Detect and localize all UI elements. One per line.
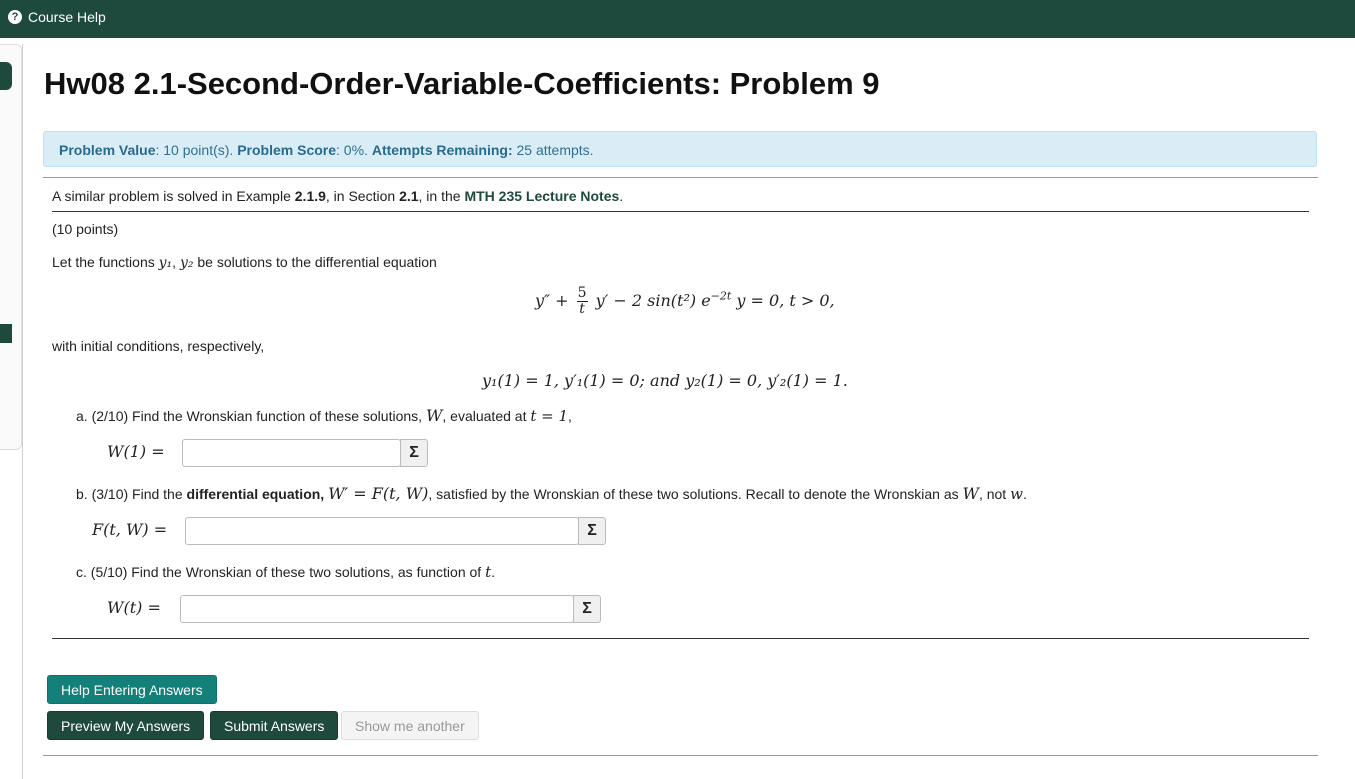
reference-section: 2.1	[399, 188, 419, 204]
lecture-notes-link[interactable]: MTH 235 Lecture Notes	[464, 188, 619, 204]
part-c-answer-input[interactable]	[180, 595, 574, 623]
part-b-answer-input[interactable]	[185, 517, 579, 545]
intro-text: Let the functions	[52, 254, 155, 270]
equation-editor-button-c[interactable]: Σ	[573, 595, 601, 623]
math-w: w	[1010, 485, 1023, 503]
fraction-numerator: 5	[576, 285, 588, 302]
equation-middle: y′ − 2 sin(t²) e	[595, 291, 711, 310]
help-entering-answers-button[interactable]: Help Entering Answers	[47, 675, 217, 704]
part-c-prompt: c. (5/10) Find the Wronskian of these tw…	[76, 563, 495, 581]
problem-intro: Let the functions y₁, y₂ be solutions to…	[52, 254, 437, 271]
initial-conditions-intro: with initial conditions, respectively,	[52, 338, 265, 354]
reference-note: A similar problem is solved in Example 2…	[52, 188, 623, 204]
initial-conditions-math: y₁(1) = 1, y′₁(1) = 0; and y₂(1) = 0, y′…	[482, 371, 848, 390]
math-t-equals-1: t = 1	[530, 407, 569, 425]
problem-value-label: Problem Value	[59, 142, 156, 158]
part-b-text: , not	[978, 486, 1007, 502]
part-b-text: , satisfied by the Wronskian of these tw…	[428, 486, 959, 502]
show-another-button: Show me another	[341, 711, 479, 740]
footer-divider	[43, 755, 1318, 756]
sigma-icon: Σ	[582, 600, 592, 617]
equation-rhs: y = 0, t > 0,	[736, 291, 835, 310]
attempts-remaining-text: 25 attempts.	[516, 142, 594, 158]
part-b-bold: differential equation,	[186, 486, 325, 502]
content-divider	[22, 44, 23, 779]
sigma-icon: Σ	[409, 444, 419, 461]
fraction-denominator: t	[579, 301, 585, 317]
part-b-label: F(t, W) =	[92, 520, 168, 539]
part-b-text: b. (3/10) Find the	[76, 486, 187, 502]
problem-value-text: : 10 point(s).	[155, 142, 234, 158]
submit-answers-button[interactable]: Submit Answers	[210, 711, 339, 740]
top-navigation-bar: ? Course Help	[0, 0, 1355, 38]
reference-text: A similar problem is solved in Example	[52, 188, 295, 204]
part-a-answer-input[interactable]	[182, 439, 401, 467]
intro-text: ,	[172, 254, 180, 270]
part-b-text: .	[1022, 486, 1027, 502]
reference-text: , in the	[418, 188, 465, 204]
part-c-label: W(t) =	[107, 598, 161, 617]
problem-score-text: : 0%.	[336, 142, 368, 158]
part-c-text: .	[491, 564, 495, 580]
page-title: Hw08 2.1-Second-Order-Variable-Coefficie…	[44, 66, 880, 101]
part-a-label: W(1) =	[107, 442, 165, 461]
collapsed-sidebar-panel	[0, 44, 22, 450]
reference-divider	[52, 211, 1309, 212]
intro-text: be solutions to the differential equatio…	[197, 254, 437, 270]
part-a-prompt: a. (2/10) Find the Wronskian function of…	[76, 406, 572, 425]
reference-text: , in Section	[325, 188, 400, 204]
part-b-prompt: b. (3/10) Find the differential equation…	[76, 484, 1027, 503]
initial-conditions-equation: y₁(1) = 1, y′₁(1) = 0; and y₂(1) = 0, y′…	[482, 371, 848, 390]
course-help-link[interactable]: ? Course Help	[8, 9, 106, 25]
part-c-text: c. (5/10) Find the Wronskian of these tw…	[76, 564, 482, 580]
reference-example: 2.1.9	[294, 188, 326, 204]
reference-text: .	[619, 188, 624, 204]
part-a-text: ,	[568, 408, 572, 424]
differential-equation: y″ + 5 t y′ − 2 sin(t²) e−2t y = 0, t > …	[535, 286, 835, 317]
part-a-text: , evaluated at	[442, 408, 527, 424]
problem-score-label: Problem Score	[237, 142, 337, 158]
attempts-remaining-label: Attempts Remaining:	[371, 142, 513, 158]
sigma-icon: Σ	[587, 522, 597, 539]
question-circle-icon: ?	[8, 10, 22, 24]
math-W: W	[425, 406, 443, 425]
preview-answers-button[interactable]: Preview My Answers	[47, 711, 205, 740]
equation-lhs: y″ +	[535, 291, 569, 310]
problem-bottom-divider	[52, 638, 1309, 639]
math-W-prime-equation: W′ = F(t, W)	[328, 484, 429, 503]
math-W: W	[962, 484, 979, 503]
math-y2: y₂	[179, 255, 194, 271]
problem-status-box: Problem Value: 10 point(s). Problem Scor…	[43, 131, 1317, 167]
points-text: (10 points)	[52, 221, 119, 237]
sidebar-toggle-tab[interactable]	[0, 62, 12, 90]
problem-top-divider	[43, 177, 1318, 178]
math-y1: y₁	[158, 255, 173, 271]
course-help-label: Course Help	[28, 9, 106, 25]
part-a-text: a. (2/10) Find the Wronskian function of…	[76, 408, 423, 424]
equation-exponent: −2t	[710, 289, 732, 303]
sidebar-active-indicator	[0, 324, 12, 343]
equation-editor-button-b[interactable]: Σ	[578, 517, 606, 545]
fraction-5-over-t: 5 t	[576, 285, 588, 317]
equation-editor-button-a[interactable]: Σ	[400, 439, 428, 467]
